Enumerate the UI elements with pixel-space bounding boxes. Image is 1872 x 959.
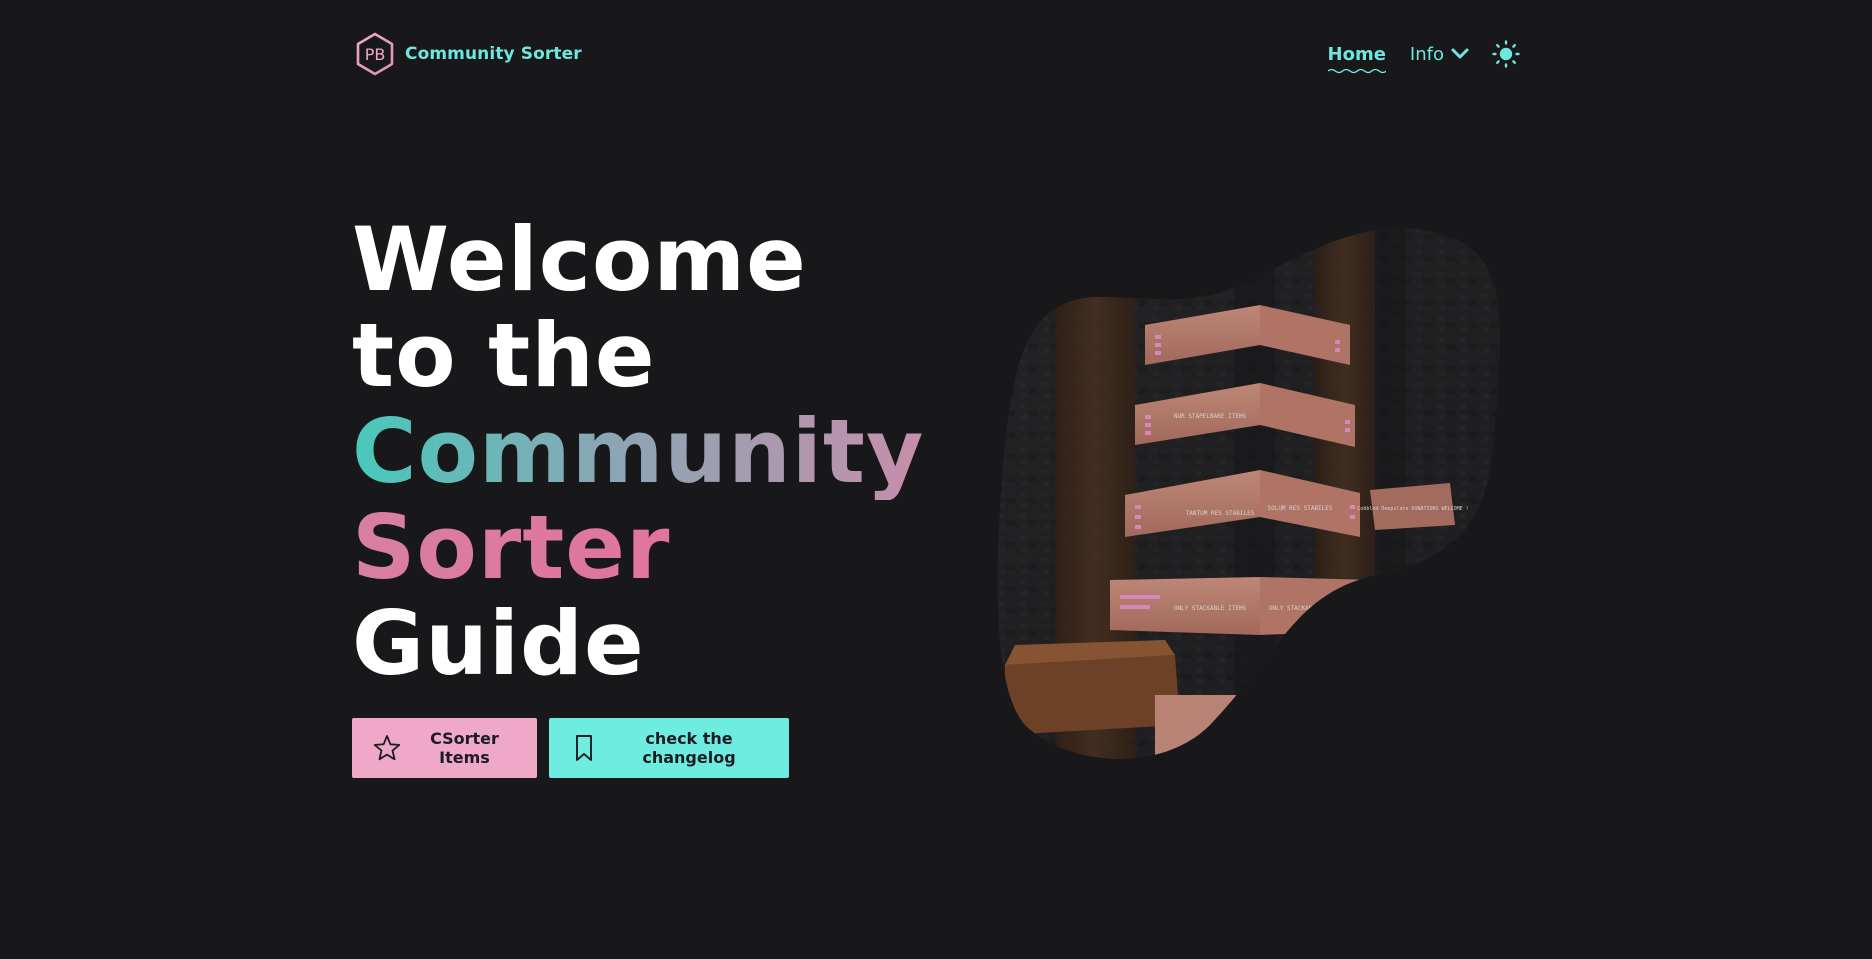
hero-blob-svg: NUR STAPELBARE ITEMS TANTUM RES STABILES…: [997, 228, 1501, 759]
hero-line-to-the: to the: [352, 304, 656, 407]
hero-line-sorter: Sorter: [352, 500, 924, 596]
bookmark-icon: [576, 735, 592, 761]
hero-line-welcome: Welcome: [352, 208, 807, 311]
hero-line-community: Community: [352, 400, 925, 503]
changelog-button[interactable]: check the changelog: [549, 718, 789, 778]
nav-info-dropdown[interactable]: Info: [1410, 44, 1470, 65]
csorter-items-label: CSorter Items: [430, 729, 499, 767]
hero-line-guide: Guide: [352, 592, 645, 695]
sun-icon[interactable]: [1492, 40, 1520, 68]
star-icon: [373, 735, 401, 761]
nav-home-label: Home: [1327, 43, 1386, 65]
logo-text: PB: [365, 45, 386, 64]
site-name: Community Sorter: [405, 44, 582, 64]
pb-logo-icon: PB: [356, 32, 394, 76]
hero-heading: Welcome to the Community Sorter Guide: [352, 212, 924, 692]
changelog-label: check the changelog: [642, 729, 736, 767]
sign-text-7: please add signs in other: [1382, 611, 1457, 617]
brand-link[interactable]: PB Community Sorter: [355, 32, 582, 76]
hero-actions: CSorter Items check the changelog: [352, 718, 789, 778]
nav-home-link[interactable]: Home: [1327, 43, 1386, 73]
csorter-items-button[interactable]: CSorter Items: [352, 718, 537, 778]
chevron-down-icon: [1451, 48, 1469, 59]
hero-image: NUR STAPELBARE ITEMS TANTUM RES STABILES…: [995, 225, 1505, 760]
page: PB Community Sorter Home Info Welcome to…: [0, 0, 1872, 959]
nav-info-label: Info: [1409, 43, 1444, 65]
wavy-underline: [1327, 68, 1386, 73]
main-nav: Home Info: [1327, 38, 1520, 73]
